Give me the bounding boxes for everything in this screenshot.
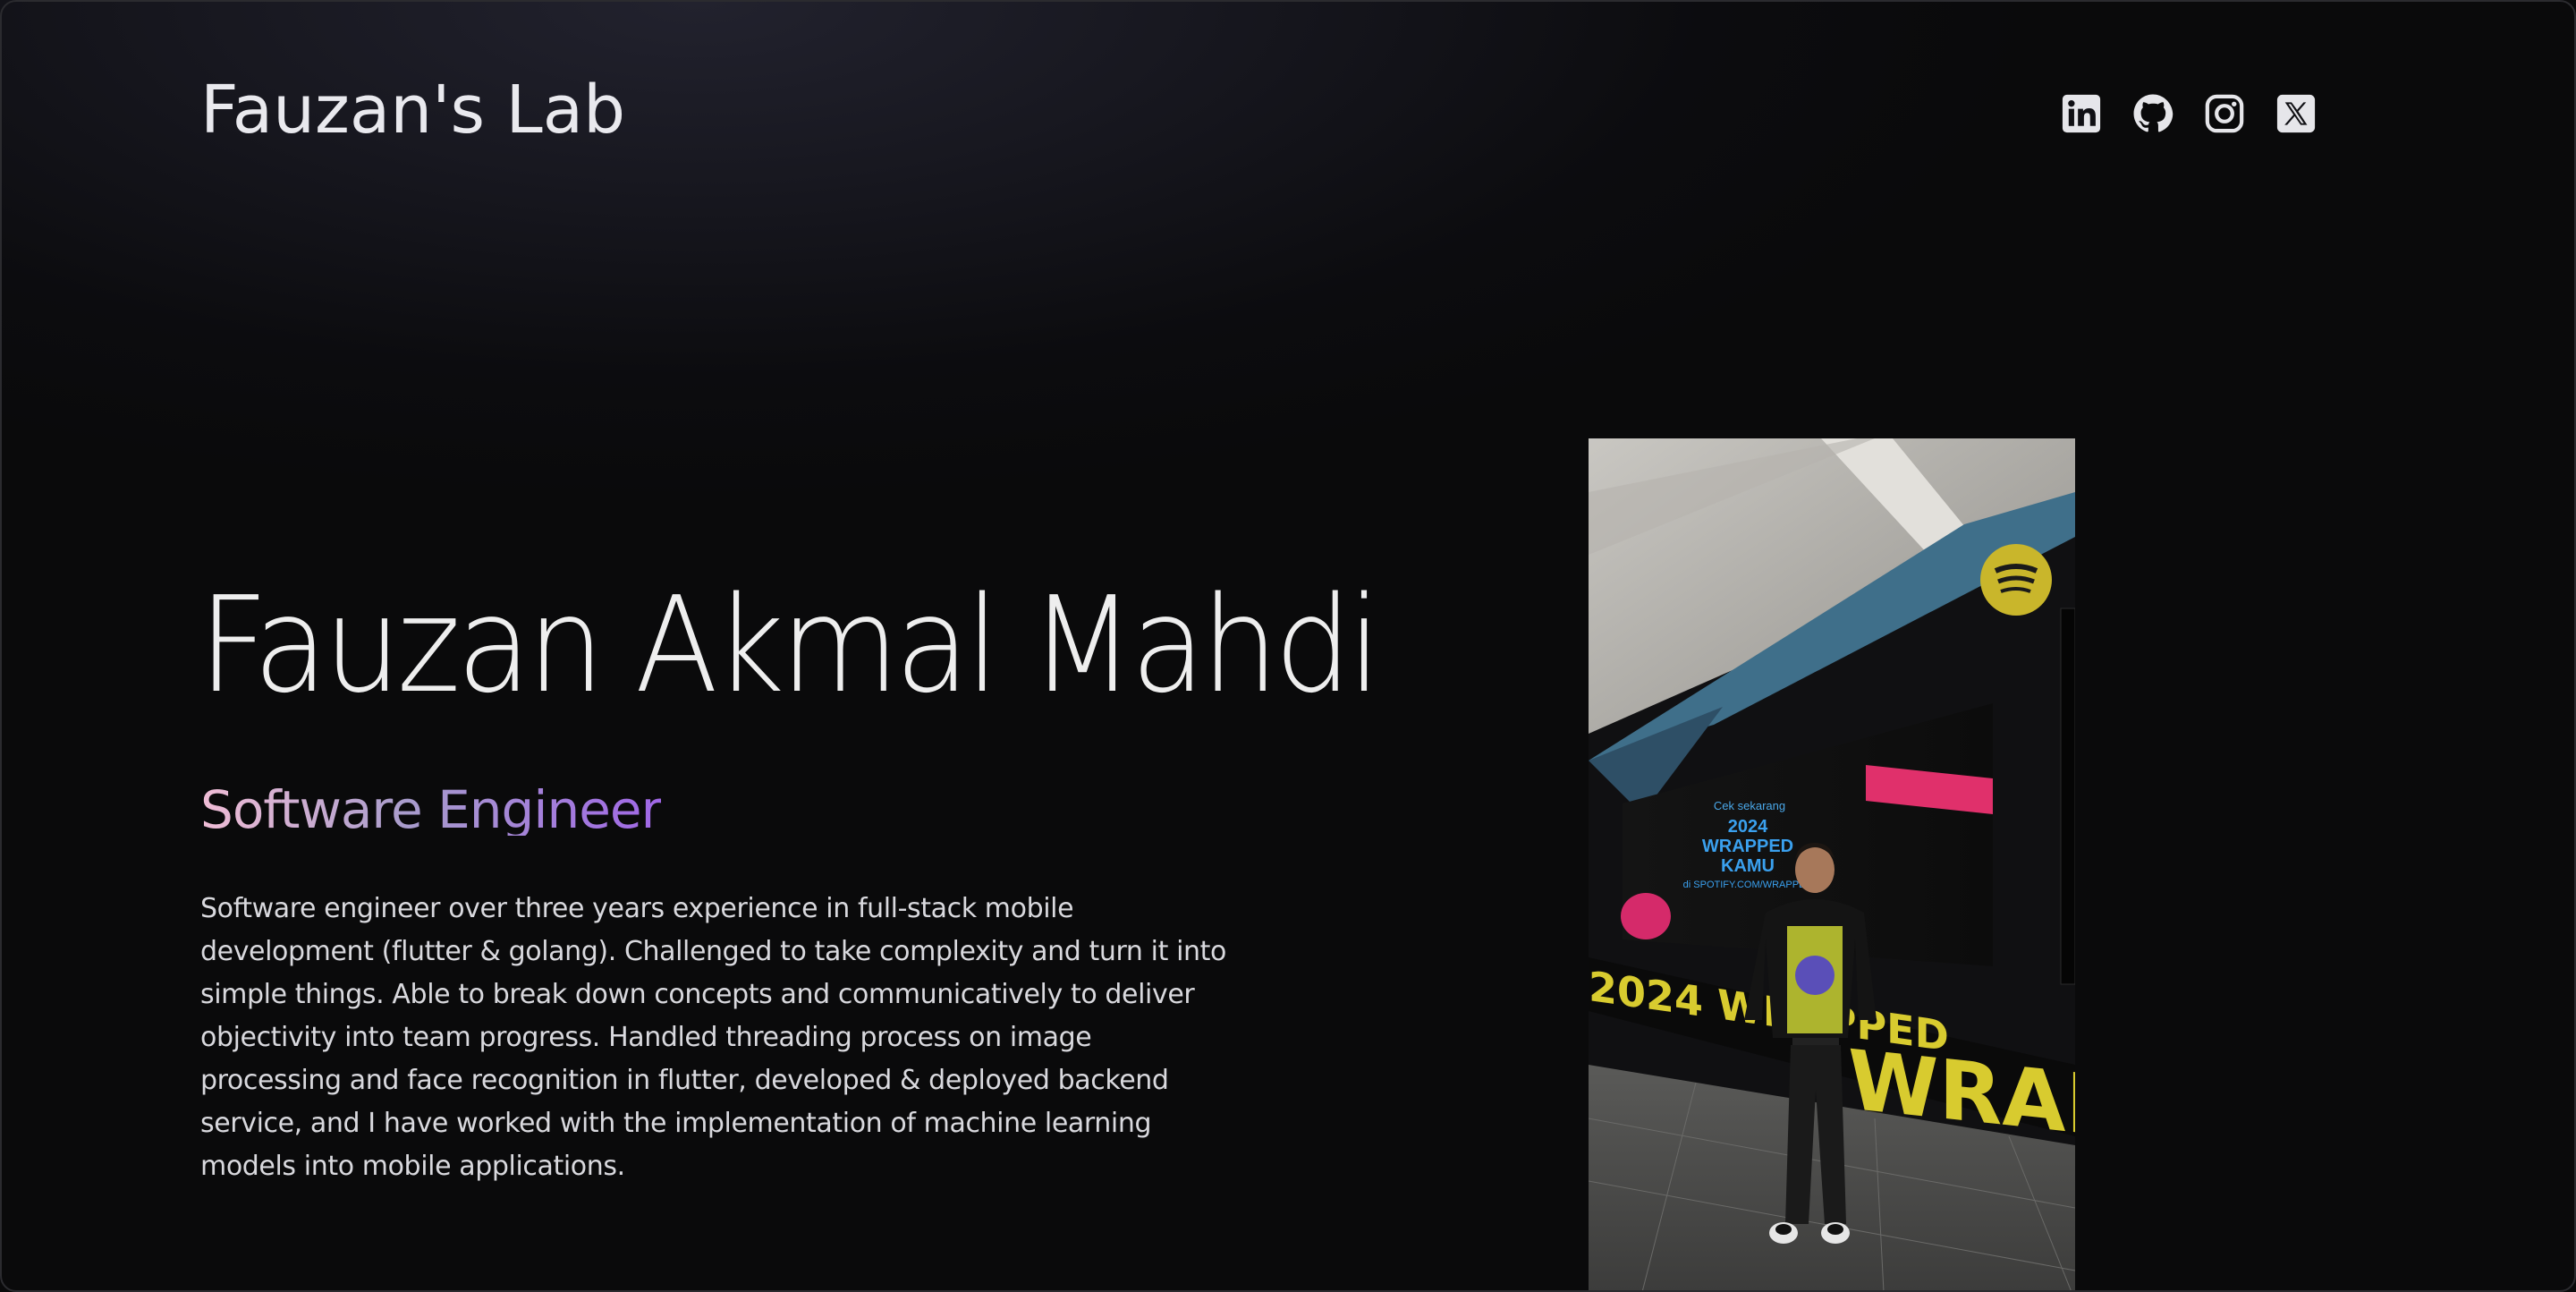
screen-text-line2: 2024: [1728, 817, 1768, 837]
x-twitter-link[interactable]: [2275, 93, 2317, 134]
linkedin-icon: [2062, 94, 2101, 133]
screen-text-line4: KAMU: [1721, 856, 1775, 876]
role-title: Software Engineer: [200, 779, 662, 841]
github-link[interactable]: [2132, 93, 2174, 134]
x-twitter-icon: [2276, 94, 2316, 133]
portfolio-page: Fauzan's Lab Fauzan Akmal Mahdi Software…: [0, 0, 2576, 1292]
profile-photo: Cek sekarang 2024 WRAPPED KAMU di SPOTIF…: [1589, 438, 2075, 1292]
instagram-link[interactable]: [2204, 93, 2245, 134]
hero-name: Fauzan Akmal Mahdi: [199, 568, 1381, 723]
screen-text-line3: WRAPPED: [1702, 837, 1793, 856]
screen-text-line1: Cek sekarang: [1714, 799, 1785, 812]
profile-photo-illustration: Cek sekarang 2024 WRAPPED KAMU di SPOTIF…: [1589, 438, 2075, 1292]
instagram-icon: [2205, 94, 2244, 133]
screen-text-line5: di SPOTIFY.COM/WRAPPED: [1683, 880, 1813, 890]
site-brand[interactable]: Fauzan's Lab: [200, 77, 625, 143]
social-links: [2061, 93, 2317, 134]
bio-paragraph: Software engineer over three years exper…: [200, 893, 1226, 1182]
linkedin-link[interactable]: [2061, 93, 2102, 134]
github-icon: [2133, 94, 2174, 132]
